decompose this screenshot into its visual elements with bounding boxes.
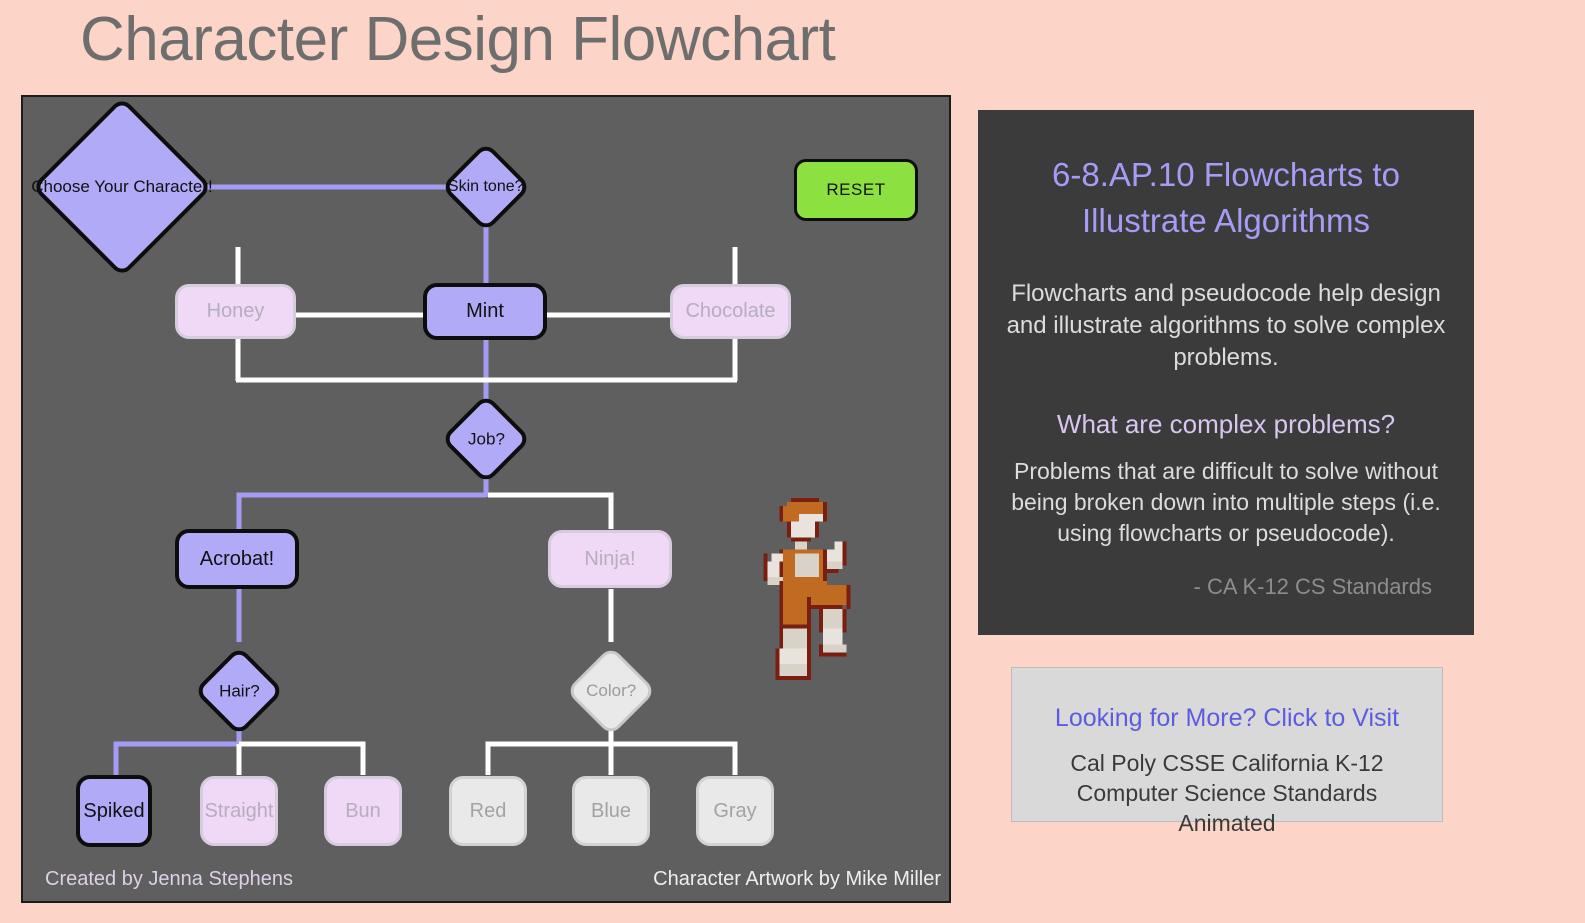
character-sprite-icon bbox=[763, 497, 851, 681]
link-card-title[interactable]: Looking for More? Click to Visit bbox=[1028, 704, 1426, 733]
credit-author: Created by Jenna Stephens bbox=[45, 868, 293, 890]
node-ninja[interactable]: Ninja! bbox=[548, 530, 672, 588]
node-gray[interactable]: Gray bbox=[696, 776, 774, 846]
node-blue[interactable]: Blue bbox=[572, 776, 650, 846]
node-job-label: Job? bbox=[467, 429, 505, 449]
standard-heading: 6-8.AP.10 Flowcharts to Illustrate Algor… bbox=[1052, 156, 1400, 240]
node-red-label: Red bbox=[469, 799, 507, 822]
reset-button[interactable]: RESET bbox=[794, 159, 918, 221]
node-acrobat-label: Acrobat! bbox=[199, 547, 275, 570]
standard-answer: Problems that are difficult to solve wit… bbox=[1011, 458, 1441, 546]
node-bun[interactable]: Bun bbox=[324, 776, 402, 846]
node-straight-label: Straight bbox=[204, 799, 274, 822]
node-mint-label: Mint bbox=[466, 300, 504, 322]
standards-panel: 6-8.AP.10 Flowcharts to Illustrate Algor… bbox=[978, 110, 1474, 635]
credit-artwork: Character Artwork by Mike Miller bbox=[653, 868, 941, 890]
node-acrobat[interactable]: Acrobat! bbox=[175, 529, 299, 589]
external-link-card[interactable]: Looking for More? Click to Visit Cal Pol… bbox=[1011, 667, 1443, 836]
node-hair-label: Hair? bbox=[218, 681, 260, 701]
node-color-label: Color? bbox=[585, 681, 637, 701]
node-skin-tone-label: Skin tone? bbox=[448, 177, 524, 195]
flowchart-canvas: Choose Your Character! Skin tone? Honey … bbox=[21, 95, 951, 903]
node-chocolate[interactable]: Chocolate bbox=[670, 284, 791, 339]
node-chocolate-label: Chocolate bbox=[685, 300, 776, 322]
standard-question: What are complex problems? bbox=[1056, 409, 1396, 440]
link-card-subtitle: Cal Poly CSSE California K-12 Computer S… bbox=[1070, 750, 1384, 836]
node-spiked-label: Spiked bbox=[83, 799, 145, 822]
node-bun-label: Bun bbox=[345, 799, 381, 822]
standard-body: Flowcharts and pseudocode help design an… bbox=[1006, 280, 1446, 371]
node-gray-label: Gray bbox=[713, 799, 757, 822]
node-straight[interactable]: Straight bbox=[200, 776, 278, 846]
node-spiked[interactable]: Spiked bbox=[76, 775, 152, 847]
node-honey[interactable]: Honey bbox=[175, 284, 296, 339]
node-honey-label: Honey bbox=[206, 300, 265, 322]
node-mint[interactable]: Mint bbox=[423, 283, 547, 340]
node-red[interactable]: Red bbox=[449, 776, 527, 846]
standard-source: - CA K-12 CS Standards bbox=[1193, 574, 1432, 600]
node-ninja-label: Ninja! bbox=[584, 547, 636, 570]
node-start-label: Choose Your Character! bbox=[31, 177, 213, 197]
node-blue-label: Blue bbox=[590, 799, 632, 822]
page-title: Character Design Flowchart bbox=[80, 5, 836, 74]
